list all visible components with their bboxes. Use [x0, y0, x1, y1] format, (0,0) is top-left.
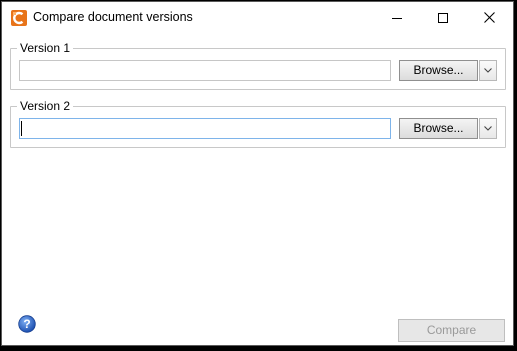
version-1-browse-button[interactable]: Browse...: [399, 60, 478, 81]
maximize-icon: [438, 12, 448, 23]
title-bar: Compare document versions: [2, 2, 513, 33]
version-2-path-input[interactable]: [19, 118, 391, 139]
close-button[interactable]: [466, 2, 512, 33]
svg-text:?: ?: [23, 317, 30, 331]
text-caret: [21, 121, 22, 136]
version-1-path-input[interactable]: [19, 60, 391, 81]
version-2-dropdown-button[interactable]: [479, 118, 497, 139]
version-2-group: Version 2 Browse...: [10, 98, 506, 148]
version-2-legend: Version 2: [17, 98, 74, 114]
chevron-down-icon: [484, 126, 492, 131]
app-logo-icon: [11, 10, 27, 26]
compare-dialog: Compare document versions Version 1 Brow…: [1, 1, 514, 346]
help-icon[interactable]: ?: [18, 315, 36, 333]
version-1-legend: Version 1: [17, 40, 74, 56]
version-2-browse-button[interactable]: Browse...: [399, 118, 478, 139]
chevron-down-icon: [484, 68, 492, 73]
minimize-button[interactable]: [374, 2, 420, 33]
window-title: Compare document versions: [33, 10, 193, 24]
minimize-icon: [392, 17, 402, 19]
version-1-group: Version 1 Browse...: [10, 40, 506, 90]
maximize-button[interactable]: [420, 2, 466, 33]
compare-button[interactable]: Compare: [398, 319, 505, 342]
version-1-dropdown-button[interactable]: [479, 60, 497, 81]
close-icon: [483, 12, 495, 23]
